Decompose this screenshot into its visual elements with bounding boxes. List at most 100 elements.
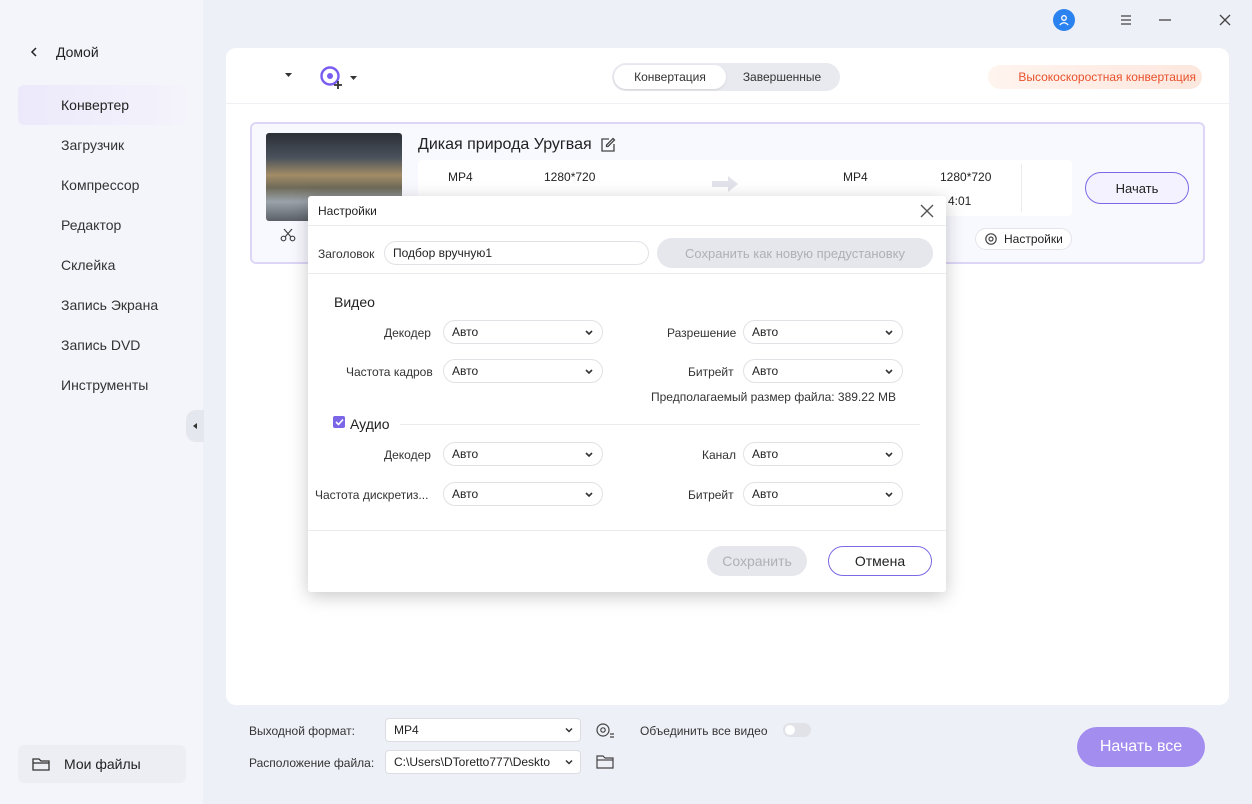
add-media-button[interactable] (319, 65, 358, 91)
home-label: Домой (56, 44, 99, 60)
chevron-down-icon (565, 759, 573, 765)
high-speed-conversion-toggle[interactable]: Высокоскоростная конвертация (988, 65, 1202, 89)
samplerate-select[interactable]: Авто (443, 482, 603, 506)
samplerate-value: Авто (452, 487, 479, 501)
file-title: Дикая природа Уругвая (418, 136, 616, 154)
my-files-button[interactable]: Мои файлы (18, 745, 186, 783)
preset-name-value: Подбор вручную1 (393, 246, 493, 260)
checkmark-icon (334, 418, 344, 426)
arrow-right-icon (712, 176, 738, 192)
dialog-title: Настройки (318, 204, 377, 218)
tab-converting[interactable]: Конвертация (614, 65, 726, 89)
settings-gear-icon (985, 233, 997, 245)
chevron-down-icon (885, 492, 893, 498)
samplerate-label: Частота дискретиз... (315, 488, 429, 502)
bottom-bar: Выходной формат: MP4 Объединить все виде… (226, 706, 1229, 800)
framerate-label: Частота кадров (346, 365, 433, 379)
tab-finished[interactable]: Завершенные (726, 65, 838, 89)
sidebar-item-dvd-burner[interactable]: Запись DVD (18, 325, 186, 365)
audio-checkbox[interactable] (333, 416, 345, 428)
sidebar-item-downloader[interactable]: Загрузчик (18, 125, 186, 165)
audio-decoder-select[interactable]: Авто (443, 442, 603, 466)
menu-icon[interactable] (1116, 10, 1136, 30)
output-format-label: Выходной формат: (249, 724, 355, 738)
audio-section-title: Аудио (350, 416, 390, 432)
video-bitrate-label: Битрейт (688, 365, 734, 379)
folder-icon (32, 758, 50, 771)
audio-decoder-label: Декодер (384, 448, 431, 462)
toggle-knob (785, 725, 795, 735)
preset-name-input[interactable]: Подбор вручную1 (384, 241, 649, 265)
chevron-down-icon (885, 330, 893, 336)
target-resolution: 1280*720 (940, 170, 992, 184)
resolution-select[interactable]: Авто (743, 320, 903, 344)
output-format-value: MP4 (394, 723, 419, 737)
settings-label: Настройки (1004, 232, 1063, 246)
home-link[interactable]: Домой (30, 44, 99, 60)
audio-bitrate-select[interactable]: Авто (743, 482, 903, 506)
sidebar-item-editor[interactable]: Редактор (18, 205, 186, 245)
edit-icon[interactable] (600, 137, 616, 153)
channel-select[interactable]: Авто (743, 442, 903, 466)
file-name: Дикая природа Уругвая (418, 136, 592, 153)
sidebar-item-tools[interactable]: Инструменты (18, 365, 186, 405)
audio-bitrate-value: Авто (752, 487, 779, 501)
save-button[interactable]: Сохранить (707, 546, 807, 576)
main-toolbar: Конвертация Завершенные Высокоскоростная… (226, 48, 1229, 104)
resolution-label: Разрешение (667, 326, 737, 340)
source-resolution: 1280*720 (544, 170, 596, 184)
video-decoder-select[interactable]: Авто (443, 320, 603, 344)
close-window-icon[interactable] (1215, 10, 1235, 30)
resolution-value: Авто (752, 325, 779, 339)
start-all-button[interactable]: Начать все (1077, 727, 1205, 767)
output-format-select[interactable]: MP4 (385, 718, 581, 742)
source-format: MP4 (448, 170, 473, 184)
sidebar-collapse-handle[interactable] (186, 410, 204, 442)
chevron-down-icon (585, 452, 593, 458)
chevron-down-icon (885, 452, 893, 458)
file-location-select[interactable]: C:\Users\DToretto777\Deskto (385, 750, 581, 774)
audio-divider (400, 424, 920, 425)
merge-toggle[interactable] (783, 723, 811, 737)
trim-icon[interactable] (280, 228, 296, 245)
merge-label: Объединить все видео (640, 724, 768, 738)
dialog-header: Настройки (308, 196, 946, 226)
high-speed-label: Высокоскоростная конвертация (1018, 70, 1196, 84)
chevron-down-icon (585, 330, 593, 336)
save-as-new-preset-button[interactable]: Сохранить как новую предустановку (657, 238, 933, 268)
preset-label: Заголовок (318, 247, 375, 261)
view-tabs: Конвертация Завершенные (612, 63, 840, 91)
sidebar-item-screen-recorder[interactable]: Запись Экрана (18, 285, 186, 325)
channel-value: Авто (752, 447, 779, 461)
format-settings-icon[interactable] (595, 721, 615, 739)
settings-button[interactable]: Настройки (975, 228, 1072, 250)
framerate-select[interactable]: Авто (443, 359, 603, 383)
settings-dialog: Настройки Заголовок Подбор вручную1 Сохр… (308, 196, 946, 592)
start-button[interactable]: Начать (1085, 172, 1189, 204)
preset-row: Заголовок Подбор вручную1 Сохранить как … (308, 228, 946, 274)
channel-label: Канал (702, 448, 736, 462)
add-files-dropdown[interactable] (284, 70, 293, 81)
caret-down-icon (285, 73, 292, 77)
sidebar-item-merger[interactable]: Склейка (18, 245, 186, 285)
video-bitrate-value: Авто (752, 364, 779, 378)
chevron-left-icon (30, 47, 37, 57)
open-folder-icon[interactable] (596, 754, 614, 769)
user-avatar-icon[interactable] (1053, 9, 1075, 31)
video-decoder-label: Декодер (384, 326, 431, 340)
my-files-label: Мои файлы (64, 756, 141, 772)
cancel-button[interactable]: Отмена (828, 546, 932, 576)
audio-decoder-value: Авто (452, 447, 479, 461)
close-icon[interactable] (918, 202, 936, 220)
dialog-footer: Сохранить Отмена (308, 530, 946, 592)
sidebar: Домой Конвертер Загрузчик Компрессор Ред… (0, 0, 203, 804)
chevron-down-icon (585, 492, 593, 498)
video-bitrate-select[interactable]: Авто (743, 359, 903, 383)
sidebar-item-converter[interactable]: Конвертер (18, 85, 186, 125)
framerate-value: Авто (452, 364, 479, 378)
divider (1021, 164, 1022, 212)
caret-down-icon (350, 76, 357, 80)
sidebar-item-compressor[interactable]: Компрессор (18, 165, 186, 205)
minimize-icon[interactable] (1155, 10, 1175, 30)
audio-bitrate-label: Битрейт (688, 488, 734, 502)
